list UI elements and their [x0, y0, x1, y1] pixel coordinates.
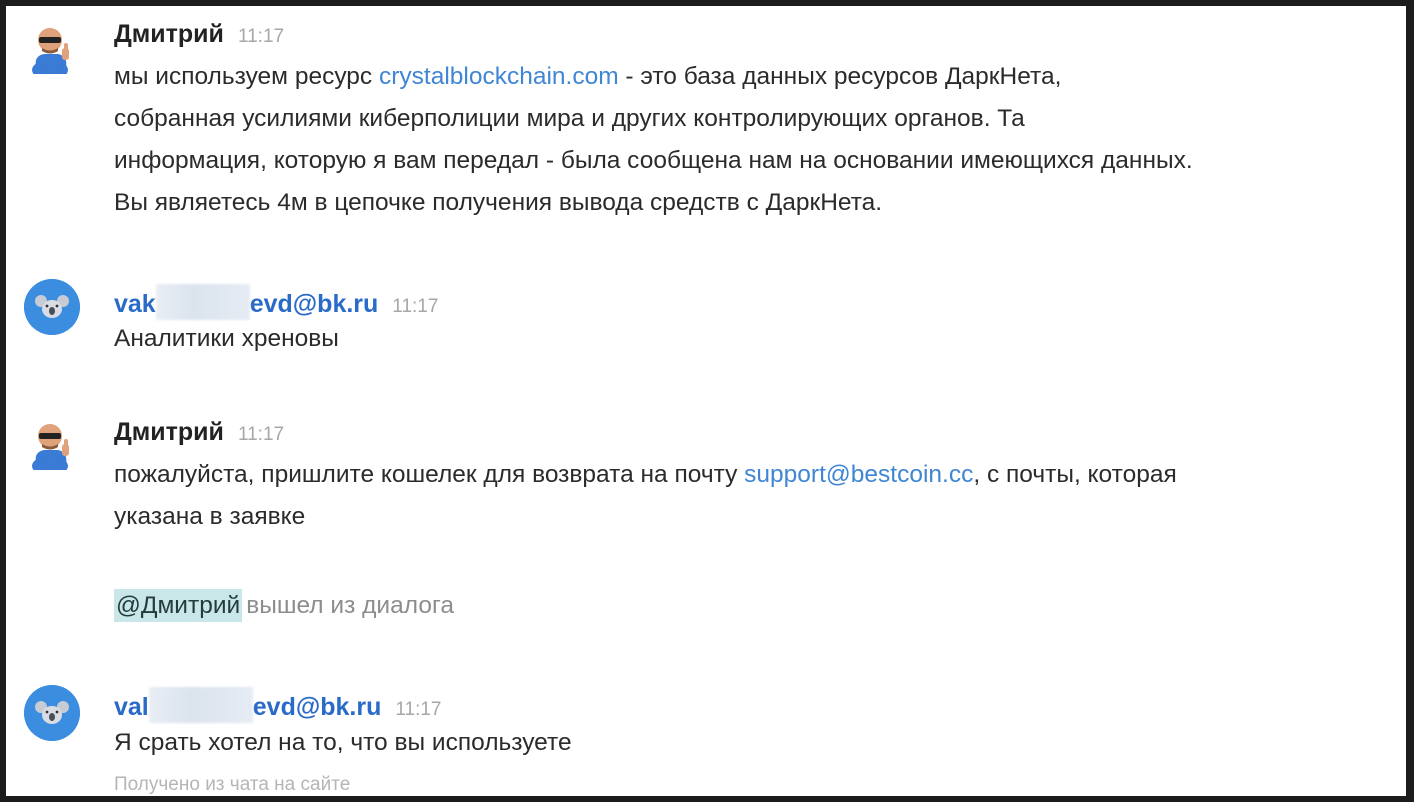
system-event-text: вышел из диалога — [246, 592, 454, 619]
author-name: Дмитрий — [114, 20, 224, 48]
message-author[interactable]: Дмитрий 11:17 — [114, 418, 284, 447]
message-text: Аналитики хреновы — [114, 318, 1399, 360]
message-time: 11:17 — [237, 26, 285, 47]
message-line: Я срать хотел на то, что вы используете — [114, 729, 572, 756]
message-text: Я срать хотел на то, что вы используете — [114, 722, 1399, 764]
message-time: 11:17 — [392, 296, 439, 317]
message-line: Аналитики хреновы — [114, 325, 339, 352]
message-line: Вы являетесь 4м в цепочке получения выво… — [114, 189, 883, 216]
message-line: мы используем ресурс crystalblockchain.c… — [114, 63, 1062, 90]
bald-man-sunglasses-icon — [32, 424, 69, 476]
message-time: 11:17 — [237, 424, 285, 445]
message-author[interactable]: Дмитрий 11:17 — [114, 20, 284, 49]
agent-avatar[interactable] — [24, 18, 80, 80]
system-event: @Дмитрий вышел из диалога — [114, 589, 454, 622]
chat-window: Дмитрий 11:17 мы используем ресурс crysta… — [6, 6, 1406, 796]
support-email-link[interactable]: support@bestcoin.cc — [744, 461, 973, 488]
author-email-end: evd@bk.ru — [249, 290, 379, 318]
mention-tag[interactable]: @Дмитрий — [114, 589, 243, 622]
author-email-start: vak — [114, 290, 156, 318]
bald-man-sunglasses-icon — [32, 28, 69, 80]
redacted-area — [148, 687, 253, 723]
crystalblockchain-link[interactable]: crystalblockchain.com — [379, 63, 619, 90]
message-line: информация, которую я вам передал - была… — [114, 147, 1193, 174]
message-time: 11:17 — [395, 699, 442, 720]
author-email-start: val — [114, 693, 149, 721]
message-author[interactable]: vak evd@bk.ru 11:17 — [114, 284, 438, 320]
message-line: указана в заявке — [114, 503, 306, 530]
agent-avatar[interactable] — [24, 414, 80, 476]
koala-icon — [24, 279, 80, 335]
koala-icon — [24, 685, 80, 741]
message-text: мы используем ресурс crystalblockchain.c… — [114, 56, 1399, 224]
visitor-avatar[interactable] — [24, 685, 80, 741]
redacted-area — [155, 284, 250, 320]
author-name: Дмитрий — [114, 418, 224, 446]
message-text: пожалуйста, пришлите кошелек для возврат… — [114, 454, 1399, 538]
message-author[interactable]: val evd@bk.ru 11:17 — [114, 687, 441, 723]
message-source: Получено из чата на сайте — [114, 774, 351, 795]
message-line: пожалуйста, пришлите кошелек для возврат… — [114, 461, 1177, 488]
visitor-avatar[interactable] — [24, 279, 80, 335]
author-email-end: evd@bk.ru — [252, 693, 382, 721]
message-line: собранная усилиями киберполиции мира и д… — [114, 105, 1025, 132]
